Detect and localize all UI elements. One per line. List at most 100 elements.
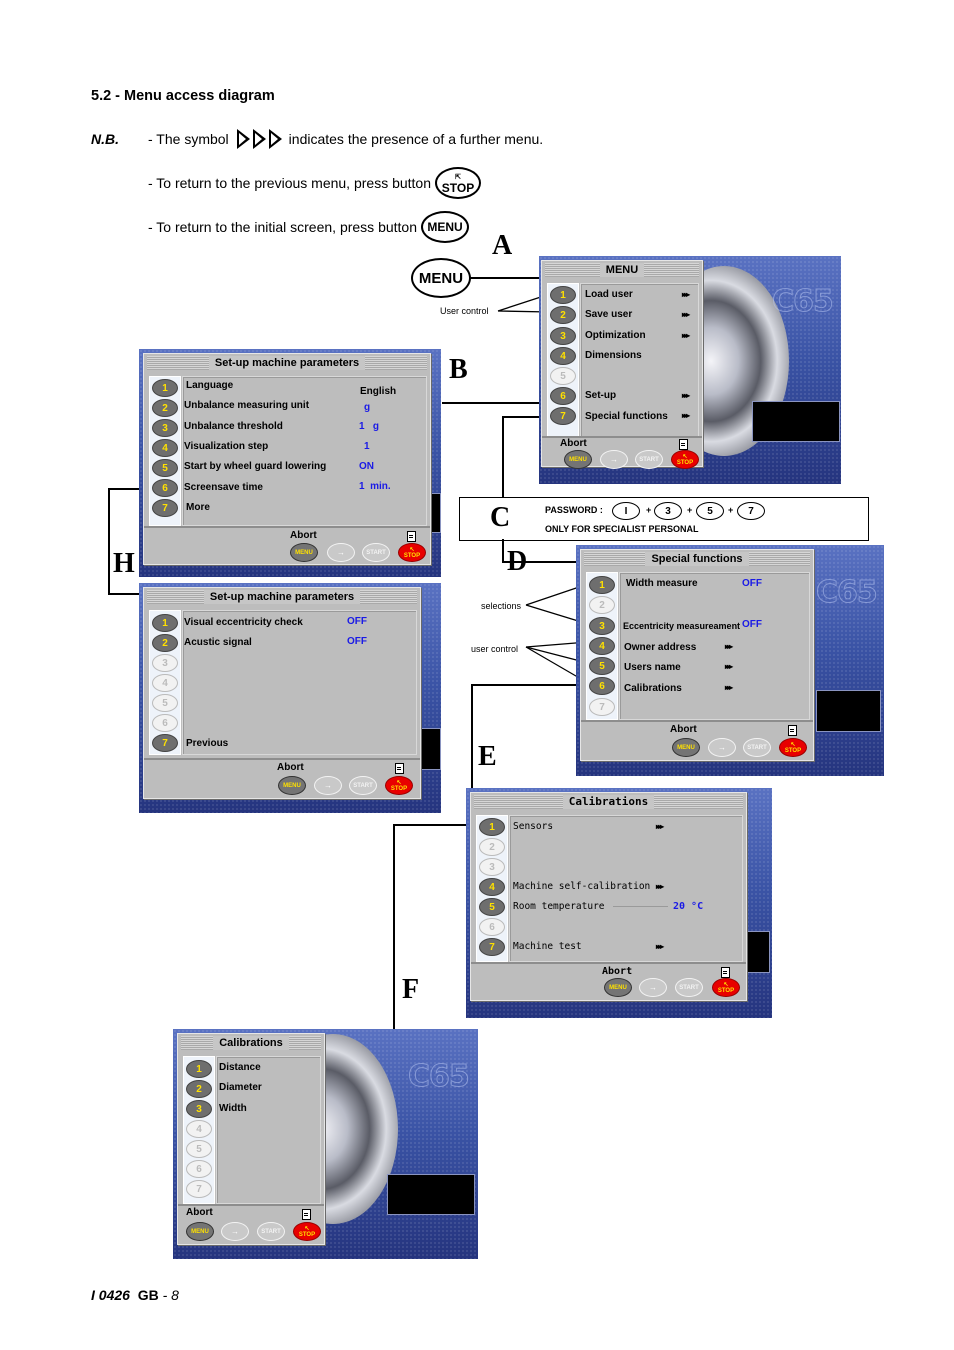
note-initial: - To return to the initial screen, press… (148, 211, 469, 243)
function-eccentricity[interactable]: Eccentricity measureament (623, 621, 740, 631)
setting-visual-eccentricity[interactable]: Visual eccentricity check (184, 617, 303, 628)
note-previous-text: - To return to the previous menu, press … (148, 175, 432, 191)
calibration-machine-test[interactable]: Machine test (513, 941, 582, 952)
setting-start-guard[interactable]: Start by wheel guard lowering (184, 461, 326, 472)
num-button-5[interactable]: 5 (589, 657, 615, 675)
setting-more[interactable]: More (186, 502, 210, 513)
calibration-distance[interactable]: Distance (219, 1062, 261, 1073)
calibration-sensors[interactable]: Sensors (513, 821, 553, 832)
num-button-2[interactable]: 2 (186, 1080, 212, 1098)
menu-item-setup[interactable]: Set-up (585, 390, 616, 401)
submenu-arrow-icon: ▸▸▸ (682, 411, 690, 420)
menu-button[interactable]: MENU (604, 978, 632, 997)
setting-acustic-signal[interactable]: Acustic signal (184, 637, 252, 648)
num-button-5[interactable]: 5 (152, 459, 178, 477)
num-button-4[interactable]: 4 (589, 637, 615, 655)
function-calibrations[interactable]: Calibrations (624, 683, 682, 694)
callout-selections: selections (481, 601, 522, 611)
start-button[interactable]: START (675, 978, 703, 997)
num-button-4: 4 (186, 1120, 212, 1138)
num-button-4[interactable]: 4 (479, 878, 505, 896)
note-symbol-prefix: - The symbol (148, 131, 229, 147)
num-button-1[interactable]: 1 (186, 1060, 212, 1078)
menu-item-dimensions[interactable]: Dimensions (585, 350, 642, 361)
plus-sign: + (728, 505, 734, 515)
num-button-4[interactable]: 4 (550, 347, 576, 365)
num-button-3[interactable]: 3 (550, 327, 576, 345)
num-button-4[interactable]: 4 (152, 439, 178, 457)
num-button-7[interactable]: 7 (152, 734, 178, 752)
display-box (387, 1174, 475, 1215)
setting-visualization-step[interactable]: Visualization step (184, 441, 268, 452)
calibration-diameter[interactable]: Diameter (219, 1082, 262, 1093)
num-button-6[interactable]: 6 (589, 677, 615, 695)
menu-button[interactable]: MENU (278, 776, 306, 795)
password-key: 3 (654, 502, 682, 520)
num-button-5[interactable]: 5 (479, 898, 505, 916)
calibration-self[interactable]: Machine self-calibration (513, 881, 650, 892)
menu-item-save-user[interactable]: Save user (585, 309, 632, 320)
start-button[interactable]: START (635, 450, 663, 469)
stop-button[interactable]: ↖ STOP (779, 738, 807, 757)
num-button-2[interactable]: 2 (152, 634, 178, 652)
num-button-2[interactable]: 2 (550, 306, 576, 324)
num-button-1[interactable]: 1 (479, 818, 505, 836)
connector-line (502, 416, 504, 498)
stop-button[interactable]: ↖ STOP (671, 450, 699, 469)
calibration-width[interactable]: Width (219, 1103, 247, 1114)
num-button-7[interactable]: 7 (550, 407, 576, 425)
stop-button[interactable]: ↖ STOP (398, 543, 426, 562)
setting-unbalance-unit[interactable]: Unbalance measuring unit (184, 400, 309, 411)
function-width-measure[interactable]: Width measure (626, 578, 698, 589)
num-button-7: 7 (589, 698, 615, 716)
start-button[interactable]: START (362, 543, 390, 562)
num-button-1[interactable]: 1 (550, 286, 576, 304)
enter-button[interactable]: → (639, 978, 667, 997)
stop-button[interactable]: ↖ STOP (385, 776, 413, 795)
value-unbalance-unit: g (364, 402, 371, 413)
display-box (746, 931, 770, 973)
menu-item-special-functions[interactable]: Special functions (585, 411, 668, 422)
setting-screensave-time[interactable]: Screensave time (184, 482, 263, 493)
num-button-7[interactable]: 7 (479, 938, 505, 956)
connector-line (393, 824, 467, 826)
num-button-3[interactable]: 3 (186, 1100, 212, 1118)
num-button-5: 5 (152, 694, 178, 712)
num-button-6[interactable]: 6 (152, 479, 178, 497)
enter-button[interactable]: → (708, 738, 736, 757)
menu-button[interactable]: MENU (290, 543, 318, 562)
connector-line (471, 684, 473, 788)
start-button[interactable]: START (743, 738, 771, 757)
menu-button[interactable]: MENU (672, 738, 700, 757)
stop-button[interactable]: ↖ STOP (293, 1222, 321, 1241)
panel-title: Special functions (645, 552, 749, 566)
value-eccentricity: OFF (742, 619, 762, 630)
num-button-1[interactable]: 1 (152, 614, 178, 632)
enter-button[interactable]: → (600, 450, 628, 469)
password-note: ONLY FOR SPECIALIST PERSONAL (545, 524, 699, 534)
num-button-3[interactable]: 3 (152, 419, 178, 437)
label-h: H (113, 548, 135, 579)
start-button[interactable]: START (257, 1222, 285, 1241)
menu-button[interactable]: MENU (186, 1222, 214, 1241)
calibration-room-temperature[interactable]: Room temperature (513, 901, 605, 912)
enter-button[interactable]: → (314, 776, 342, 795)
num-button-6[interactable]: 6 (550, 387, 576, 405)
setting-language[interactable]: Language (186, 380, 233, 391)
menu-item-load-user[interactable]: Load user (585, 289, 633, 300)
function-users-name[interactable]: Users name (624, 662, 681, 673)
enter-button[interactable]: → (221, 1222, 249, 1241)
start-button[interactable]: START (349, 776, 377, 795)
num-button-1[interactable]: 1 (589, 576, 615, 594)
setting-previous[interactable]: Previous (186, 738, 228, 749)
num-button-3[interactable]: 3 (589, 617, 615, 635)
setting-unbalance-threshold[interactable]: Unbalance threshold (184, 421, 283, 432)
menu-item-optimization[interactable]: Optimization (585, 330, 646, 341)
num-button-7[interactable]: 7 (152, 499, 178, 517)
stop-button[interactable]: ↖ STOP (712, 978, 740, 997)
num-button-1[interactable]: 1 (152, 379, 178, 397)
menu-button[interactable]: MENU (564, 450, 592, 469)
function-owner-address[interactable]: Owner address (624, 642, 696, 653)
num-button-2[interactable]: 2 (152, 399, 178, 417)
enter-button[interactable]: → (327, 543, 355, 562)
